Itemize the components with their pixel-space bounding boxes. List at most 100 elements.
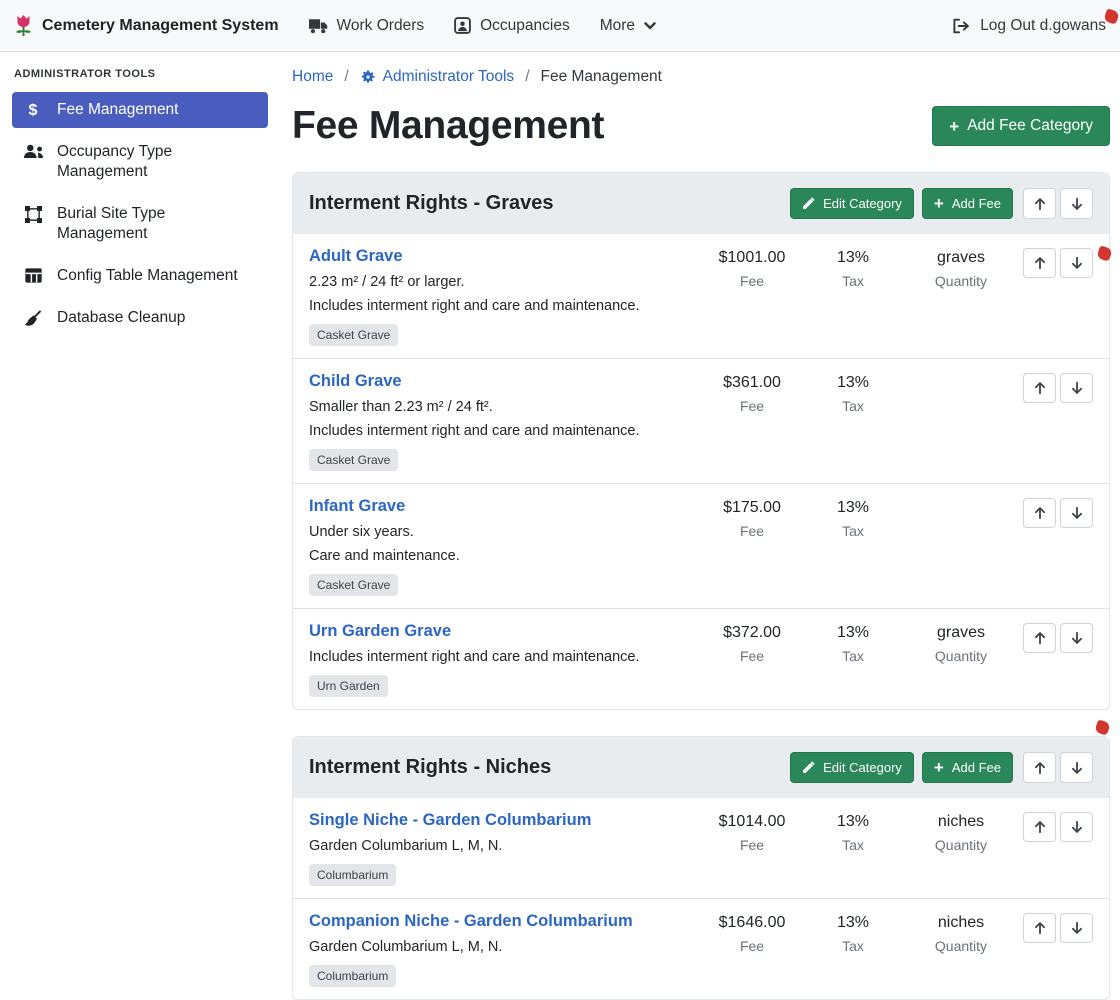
fee-amount-col: $361.00 Fee [697,372,807,414]
fee-value: $175.00 [697,499,807,517]
fee-type-badge: Urn Garden [309,675,388,697]
fee-move-down-button[interactable] [1060,498,1093,528]
fee-row: Child Grave Smaller than 2.23 m² / 24 ft… [293,358,1109,483]
tulip-logo-icon [14,14,33,38]
sidebar-item-label: Occupancy Type Management [57,142,258,182]
fee-row: Adult Grave 2.23 m² / 24 ft² or larger. … [293,234,1109,358]
edit-category-button[interactable]: Edit Category [790,752,914,783]
chevron-down-icon [644,20,656,32]
quantity-col: niches Quantity [899,912,1023,954]
fee-row-actions [1023,811,1093,842]
fee-description: Garden Columbarium L, M, N. [309,939,689,955]
truck-icon [309,18,328,34]
nav-more[interactable]: More [600,17,656,35]
fee-value: $1014.00 [697,813,807,831]
brand[interactable]: Cemetery Management System [14,14,279,38]
arrow-down-icon [1071,761,1083,775]
fee-description: Includes interment right and care and ma… [309,298,689,314]
fee-type-badge: Columbarium [309,864,396,886]
nav-work-orders[interactable]: Work Orders [309,17,425,35]
fee-description: Care and maintenance. [309,548,689,564]
category-title: Interment Rights - Graves [309,192,782,215]
quantity-label: Quantity [899,648,1023,664]
fee-name-link[interactable]: Single Niche - Garden Columbarium [309,811,591,830]
fee-row: Single Niche - Garden Columbarium Garden… [293,798,1109,898]
edit-category-button[interactable]: Edit Category [790,188,914,219]
fee-move-up-button[interactable] [1023,248,1056,278]
fee-row-actions [1023,622,1093,653]
breadcrumb-separator: / [344,68,348,86]
tax-label: Tax [807,837,899,853]
sidebar-item-database-cleanup[interactable]: Database Cleanup [12,300,268,336]
logout-label: Log Out d.gowans [980,17,1106,35]
category-title: Interment Rights - Niches [309,756,782,779]
arrow-down-icon [1071,631,1083,645]
fee-row: Companion Niche - Garden Columbarium Gar… [293,898,1109,999]
tax-label: Tax [807,938,899,954]
nav-occupancies[interactable]: Occupancies [454,17,570,35]
fee-name-link[interactable]: Child Grave [309,372,402,391]
fee-move-up-button[interactable] [1023,498,1056,528]
sidebar-item-occupancy-type-management[interactable]: Occupancy Type Management [12,134,268,190]
fee-category-card-niches: Interment Rights - Niches Edit Category … [292,736,1110,1000]
arrow-up-icon [1034,506,1046,520]
fee-move-down-button[interactable] [1060,623,1093,653]
sidebar-item-config-table-management[interactable]: Config Table Management [12,258,268,294]
arrow-down-icon [1071,197,1083,211]
category-move-up-button[interactable] [1023,752,1056,783]
fee-amount-col: $1646.00 Fee [697,912,807,954]
fee-name-link[interactable]: Infant Grave [309,497,405,516]
fee-info: Child Grave Smaller than 2.23 m² / 24 ft… [309,372,697,471]
tax-value: 13% [807,624,899,642]
category-reorder-group [1023,188,1093,219]
fee-name-link[interactable]: Adult Grave [309,247,403,266]
sidebar-item-fee-management[interactable]: $ Fee Management [12,92,268,128]
fee-move-down-button[interactable] [1060,812,1093,842]
fee-description: Under six years. [309,524,689,540]
breadcrumb-home-link[interactable]: Home [292,68,333,86]
breadcrumb-admin-tools-link[interactable]: Administrator Tools [360,68,515,86]
add-fee-category-button[interactable]: + Add Fee Category [932,106,1110,146]
add-fee-button[interactable]: + Add Fee [922,188,1013,219]
main-content: Home / Administrator Tools / Fee Managem… [280,52,1120,939]
page-title: Fee Management [292,104,604,148]
fee-move-down-button[interactable] [1060,373,1093,403]
fee-move-up-button[interactable] [1023,373,1056,403]
logout-link[interactable]: Log Out d.gowans [952,17,1106,35]
quantity-value: graves [899,249,1023,267]
add-fee-button[interactable]: + Add Fee [922,752,1013,783]
arrow-down-icon [1071,820,1083,834]
fee-name-link[interactable]: Companion Niche - Garden Columbarium [309,912,633,931]
category-move-down-button[interactable] [1060,188,1093,219]
pencil-icon [802,761,815,774]
quantity-col [899,497,1023,499]
category-move-up-button[interactable] [1023,188,1056,219]
quantity-col: graves Quantity [899,622,1023,664]
page-layout: ADMINISTRATOR TOOLS $ Fee Management Occ… [0,52,1120,939]
tax-col: 13% Tax [807,622,899,664]
occupant-frame-icon [454,17,471,34]
fee-move-up-button[interactable] [1023,623,1056,653]
fee-label: Fee [697,938,807,954]
fee-amount-col: $372.00 Fee [697,622,807,664]
fee-label: Fee [697,273,807,289]
arrow-down-icon [1071,381,1083,395]
arrow-up-icon [1034,381,1046,395]
nav-label: Occupancies [480,17,570,35]
tax-label: Tax [807,523,899,539]
vector-square-icon [22,206,44,223]
sidebar-heading: ADMINISTRATOR TOOLS [14,68,266,80]
arrow-down-icon [1071,506,1083,520]
fee-category-card-graves: Interment Rights - Graves Edit Category … [292,172,1110,710]
category-move-down-button[interactable] [1060,752,1093,783]
broom-icon [22,310,44,327]
fee-move-up-button[interactable] [1023,812,1056,842]
fee-amount-col: $1001.00 Fee [697,247,807,289]
fee-name-link[interactable]: Urn Garden Grave [309,622,451,641]
sidebar-item-label: Burial Site Type Management [57,204,258,244]
fee-amount-col: $175.00 Fee [697,497,807,539]
table-icon [22,268,44,283]
tax-col: 13% Tax [807,811,899,853]
sidebar-item-burial-site-type-management[interactable]: Burial Site Type Management [12,196,268,252]
fee-move-down-button[interactable] [1060,248,1093,278]
